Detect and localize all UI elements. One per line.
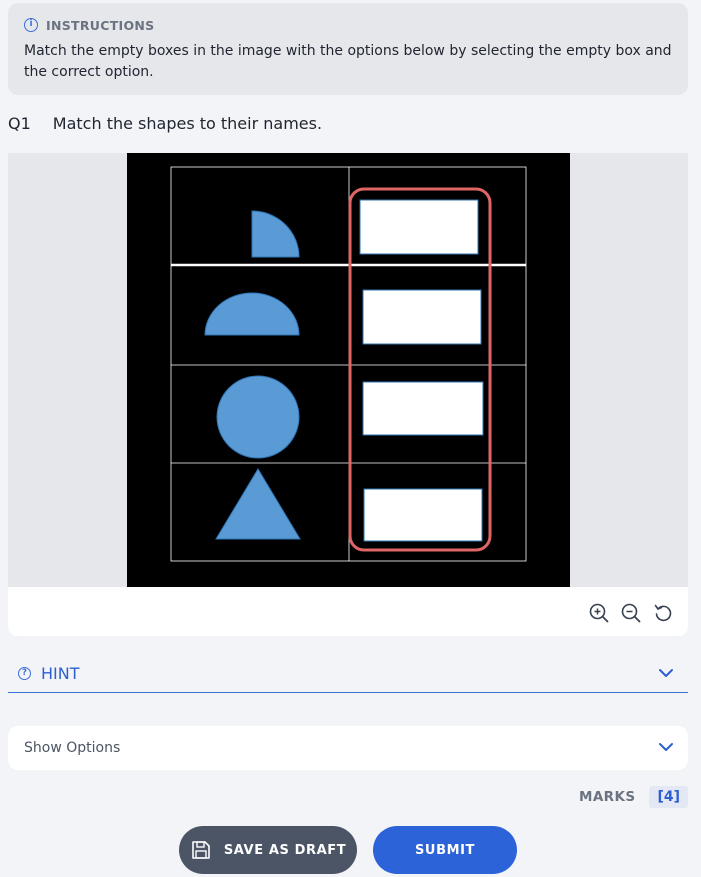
info-icon: i — [24, 18, 38, 32]
empty-answer-box[interactable] — [363, 488, 483, 542]
instructions-header: i INSTRUCTIONS — [24, 17, 672, 33]
question-image-card — [8, 153, 688, 636]
chevron-down-icon — [659, 669, 673, 677]
image-tools — [588, 602, 674, 624]
question-header: Q1 Match the shapes to their names. — [8, 114, 322, 133]
semicircle-shape — [204, 292, 300, 336]
save-as-draft-label: SAVE AS DRAFT — [223, 842, 347, 858]
zoom-out-icon — [621, 603, 641, 623]
shapes-matching-figure — [170, 166, 527, 562]
question-image — [127, 153, 570, 587]
marks-label: MARKS — [578, 789, 636, 805]
empty-answer-box[interactable] — [359, 199, 479, 255]
zoom-in-button[interactable] — [588, 602, 610, 624]
show-options-label: Show Options — [24, 740, 121, 756]
zoom-in-icon — [589, 603, 609, 623]
hint-label: HINT — [41, 664, 80, 683]
submit-label: SUBMIT — [414, 842, 476, 858]
instructions-text: Match the empty boxes in the image with … — [24, 43, 672, 80]
circle-shape — [216, 375, 300, 459]
quarter-circle-shape — [251, 210, 300, 258]
instructions-panel: i INSTRUCTIONS Match the empty boxes in … — [8, 3, 688, 95]
reset-zoom-button[interactable] — [652, 602, 674, 624]
submit-button[interactable]: SUBMIT — [373, 826, 517, 874]
reset-icon — [654, 604, 672, 622]
save-as-draft-button[interactable]: SAVE AS DRAFT — [179, 826, 357, 874]
hint-toggle[interactable]: ? HINT — [8, 655, 688, 693]
help-icon: ? — [18, 667, 31, 680]
marks-value: [4] — [649, 786, 688, 808]
chevron-down-icon — [659, 743, 673, 751]
question-text: Match the shapes to their names. — [52, 114, 323, 133]
empty-answer-box[interactable] — [362, 289, 482, 345]
empty-answer-box[interactable] — [362, 381, 484, 436]
triangle-shape — [215, 468, 301, 540]
show-options-dropdown[interactable]: Show Options — [8, 726, 688, 770]
marks-indicator: MARKS [4] — [579, 786, 688, 808]
save-icon — [192, 841, 210, 859]
question-number: Q1 — [8, 114, 31, 133]
instructions-title: INSTRUCTIONS — [46, 17, 155, 33]
zoom-out-button[interactable] — [620, 602, 642, 624]
